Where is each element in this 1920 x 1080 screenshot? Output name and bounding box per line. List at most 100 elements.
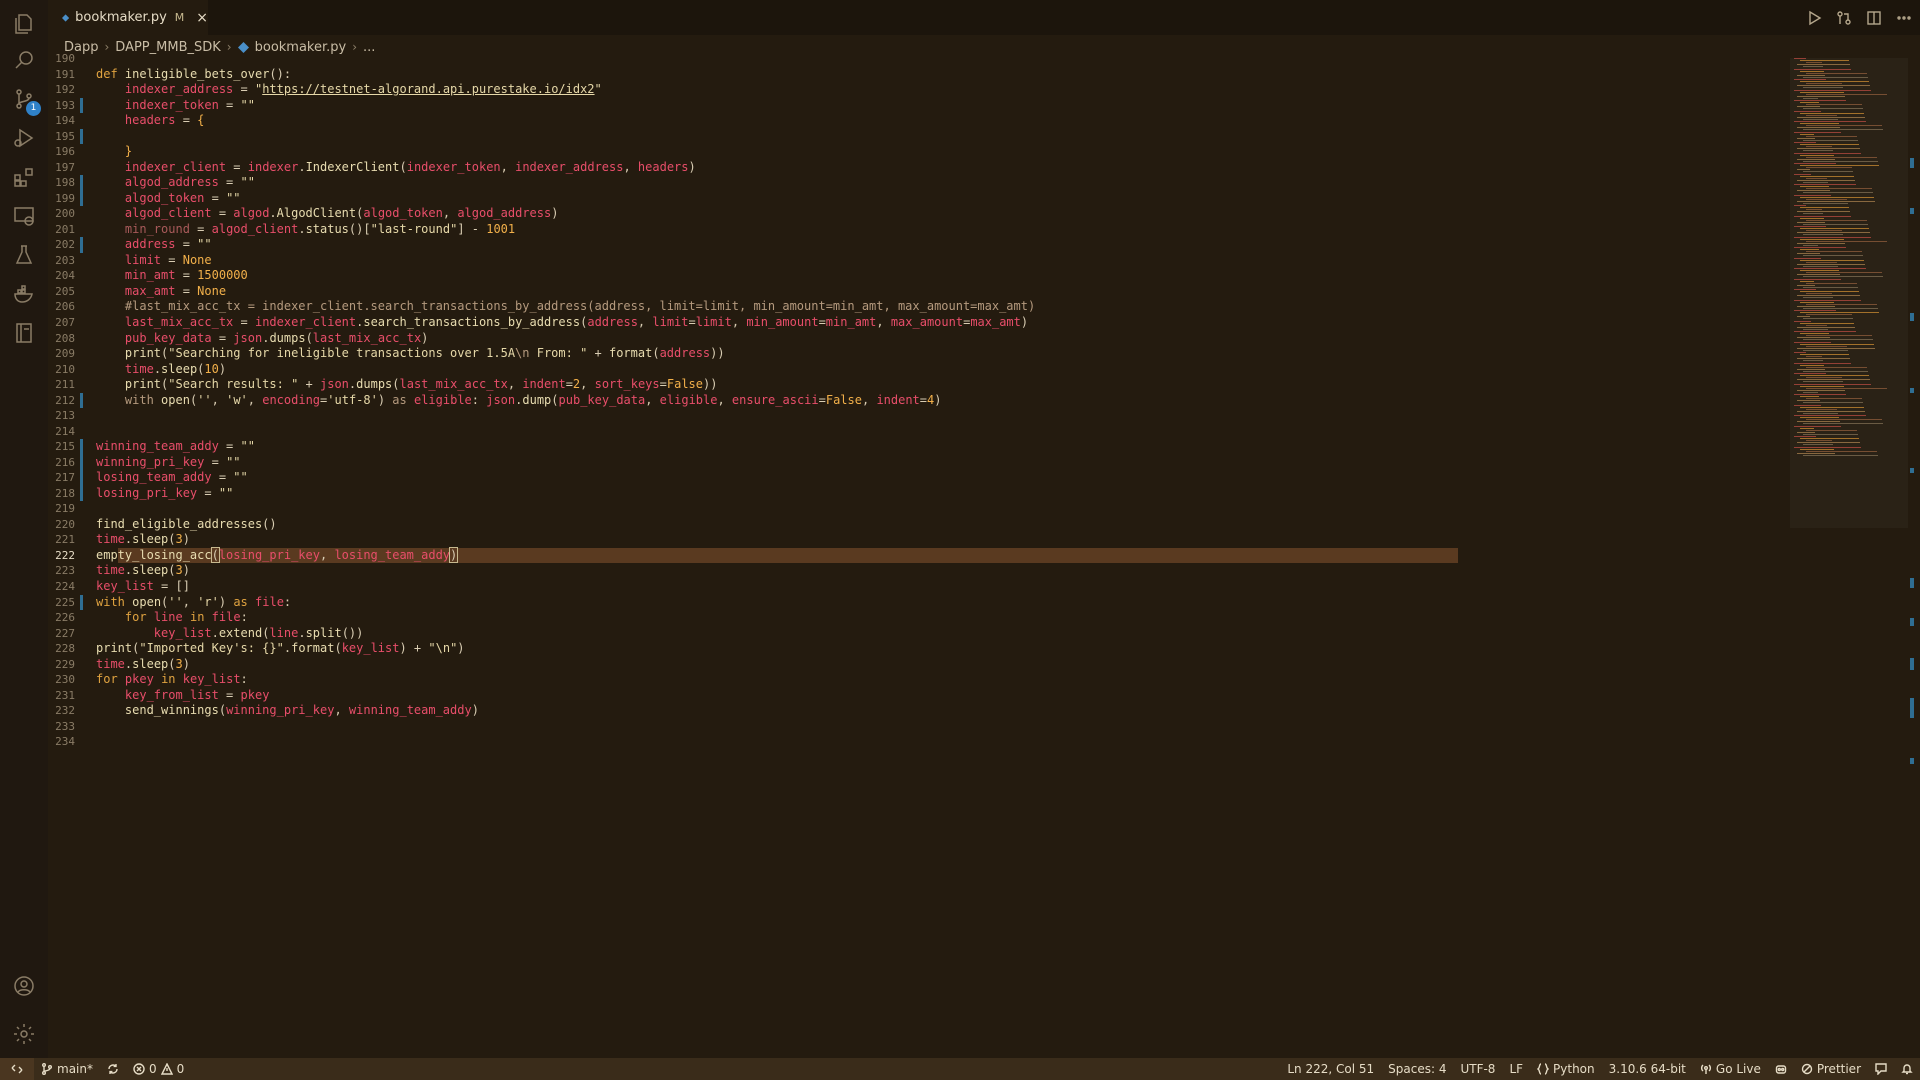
branch-name: main* bbox=[57, 1062, 93, 1076]
cursor-position[interactable]: Ln 222, Col 51 bbox=[1280, 1058, 1381, 1080]
code-line[interactable]: 218 losing_pri_key = "" bbox=[48, 485, 1788, 502]
minimap-code-line bbox=[1794, 68, 1851, 70]
line-number: 232 bbox=[55, 704, 75, 718]
vertical-scrollbar[interactable] bbox=[1906, 58, 1920, 1058]
code-line[interactable]: 210 time.sleep(10) bbox=[48, 362, 1788, 378]
code-line[interactable]: 190 bbox=[48, 51, 1788, 67]
open-changes-icon[interactable] bbox=[1836, 10, 1852, 26]
code-line[interactable]: 226 for line in file: bbox=[48, 610, 1788, 626]
code-line[interactable]: 201 min_round = algod_client.status()["l… bbox=[48, 222, 1788, 238]
code-line[interactable]: 209 print("Searching for ineligible tran… bbox=[48, 346, 1788, 362]
minimap-code-line bbox=[1803, 349, 1848, 351]
minimap-code-line bbox=[1806, 293, 1832, 295]
code-line[interactable]: 198 algod_address = "" bbox=[48, 175, 1788, 191]
branch-indicator[interactable]: main* bbox=[34, 1058, 100, 1080]
code-line[interactable]: 231 key_from_list = pkey bbox=[48, 688, 1788, 704]
remote-indicator-icon[interactable] bbox=[0, 1058, 34, 1080]
line-number: 204 bbox=[55, 269, 75, 283]
code-line[interactable]: 208 pub_key_data = json.dumps(last_mix_a… bbox=[48, 331, 1788, 347]
warning-icon bbox=[160, 1063, 173, 1075]
code-line[interactable]: 193 indexer_token = "" bbox=[48, 97, 1788, 114]
minimap-code-line bbox=[1800, 322, 1854, 324]
line-number: 208 bbox=[55, 331, 75, 345]
code-line[interactable]: 199 algod_token = "" bbox=[48, 190, 1788, 207]
code-line[interactable]: 213 bbox=[48, 408, 1788, 424]
code-line[interactable]: 232 send_winnings(winning_pri_key, winni… bbox=[48, 703, 1788, 719]
prettier-disabled-icon bbox=[1801, 1063, 1813, 1075]
code-line[interactable]: 216 winning_pri_key = "" bbox=[48, 454, 1788, 471]
code-line[interactable]: 212 with open('', 'w', encoding='utf-8')… bbox=[48, 392, 1788, 409]
encoding[interactable]: UTF-8 bbox=[1453, 1058, 1502, 1080]
scrollbar-change-marker bbox=[1910, 618, 1914, 626]
code-line[interactable]: 230 for pkey in key_list: bbox=[48, 672, 1788, 688]
settings-gear-icon[interactable] bbox=[0, 1010, 48, 1058]
code-line[interactable]: 220 find_eligible_addresses() bbox=[48, 517, 1788, 533]
code-line[interactable]: 211 print("Search results: " + json.dump… bbox=[48, 377, 1788, 393]
code-editor[interactable]: 190 191 def ineligible_bets_over(): 192 ind… bbox=[48, 52, 1788, 1058]
minimap-code-line bbox=[1797, 232, 1870, 234]
accounts-icon[interactable] bbox=[0, 962, 48, 1010]
minimap-code-line bbox=[1803, 286, 1858, 288]
more-actions-icon[interactable] bbox=[1896, 10, 1912, 26]
line-number: 231 bbox=[55, 688, 75, 702]
go-live-button[interactable]: Go Live bbox=[1693, 1058, 1768, 1080]
code-line[interactable]: 204 min_amt = 1500000 bbox=[48, 268, 1788, 284]
code-line[interactable]: 219 bbox=[48, 501, 1788, 517]
notebook-icon[interactable] bbox=[0, 309, 48, 357]
minimap[interactable] bbox=[1790, 58, 1908, 1058]
line-number: 230 bbox=[55, 673, 75, 687]
code-line[interactable]: 227 key_list.extend(line.split()) bbox=[48, 626, 1788, 642]
prettier-button[interactable]: Prettier bbox=[1794, 1058, 1868, 1080]
code-line[interactable]: 200 algod_client = algod.AlgodClient(alg… bbox=[48, 206, 1788, 222]
code-line[interactable]: 196 } bbox=[48, 144, 1788, 160]
feedback-icon[interactable] bbox=[1868, 1058, 1894, 1080]
minimap-code-line bbox=[1803, 454, 1878, 456]
end-of-line[interactable]: LF bbox=[1502, 1058, 1530, 1080]
code-line[interactable]: 197 indexer_client = indexer.IndexerClie… bbox=[48, 160, 1788, 176]
code-line[interactable]: 229 time.sleep(3) bbox=[48, 657, 1788, 673]
language-mode[interactable]: Python bbox=[1530, 1058, 1602, 1080]
copilot-icon[interactable] bbox=[1768, 1058, 1794, 1080]
line-number: 207 bbox=[55, 316, 75, 329]
code-line[interactable]: 233 bbox=[48, 719, 1788, 735]
line-number: 193 bbox=[55, 98, 75, 112]
minimap-code-line bbox=[1800, 385, 1844, 387]
code-line[interactable]: 207 last_mix_acc_tx = indexer_client.sea… bbox=[48, 315, 1788, 331]
code-line[interactable]: 192 indexer_address = "https://testnet-a… bbox=[48, 82, 1788, 98]
code-line[interactable]: 222 empty_losing_acc(losing_pri_key, losi… bbox=[48, 546, 1788, 564]
line-number: 215 bbox=[55, 440, 75, 454]
tab-bookmaker-py[interactable]: bookmaker.py M × bbox=[48, 0, 208, 35]
code-line[interactable]: 214 bbox=[48, 424, 1788, 440]
sync-button[interactable] bbox=[100, 1058, 126, 1080]
minimap-code-line bbox=[1794, 436, 1816, 437]
code-line[interactable]: 217 losing_team_addy = "" bbox=[48, 470, 1788, 486]
split-editor-icon[interactable] bbox=[1866, 10, 1882, 26]
code-text: with open('', 'r') as file: bbox=[96, 594, 292, 609]
code-line[interactable]: 191 def ineligible_bets_over(): bbox=[48, 67, 1788, 83]
problems-indicator[interactable]: 0 0 bbox=[126, 1058, 191, 1080]
minimap-code-line bbox=[1806, 104, 1862, 106]
tab-close-icon[interactable]: × bbox=[196, 10, 208, 26]
code-line[interactable]: 215 winning_team_addy = "" bbox=[48, 439, 1788, 455]
code-line[interactable]: 224 key_list = [] bbox=[48, 579, 1788, 595]
notifications-bell-icon[interactable] bbox=[1894, 1058, 1920, 1080]
code-line[interactable]: 234 bbox=[48, 734, 1788, 750]
code-line[interactable]: 206 #last_mix_acc_tx = indexer_client.se… bbox=[48, 299, 1788, 315]
python-interpreter[interactable]: 3.10.6 64-bit bbox=[1602, 1058, 1693, 1080]
code-line[interactable]: 228 print("Imported Key's: {}".format(key… bbox=[48, 641, 1788, 657]
line-number: 211 bbox=[55, 378, 75, 392]
code-line[interactable]: 202 address = "" bbox=[48, 237, 1788, 253]
code-line[interactable]: 203 limit = None bbox=[48, 253, 1788, 269]
code-line[interactable]: 194 headers = { bbox=[48, 113, 1788, 129]
minimap-code-line bbox=[1800, 70, 1824, 72]
minimap-code-line bbox=[1800, 417, 1839, 419]
indentation[interactable]: Spaces: 4 bbox=[1381, 1058, 1453, 1080]
code-line[interactable]: 223 time.sleep(3) bbox=[48, 563, 1788, 579]
run-file-icon[interactable] bbox=[1806, 10, 1822, 26]
minimap-code-line bbox=[1797, 379, 1870, 381]
code-line[interactable]: 225 with open('', 'r') as file: bbox=[48, 594, 1788, 611]
code-text: max_amt = None bbox=[124, 283, 227, 298]
code-line[interactable]: 195 bbox=[48, 128, 1788, 145]
code-line[interactable]: 205 max_amt = None bbox=[48, 284, 1788, 300]
code-line[interactable]: 221 time.sleep(3) bbox=[48, 532, 1788, 548]
